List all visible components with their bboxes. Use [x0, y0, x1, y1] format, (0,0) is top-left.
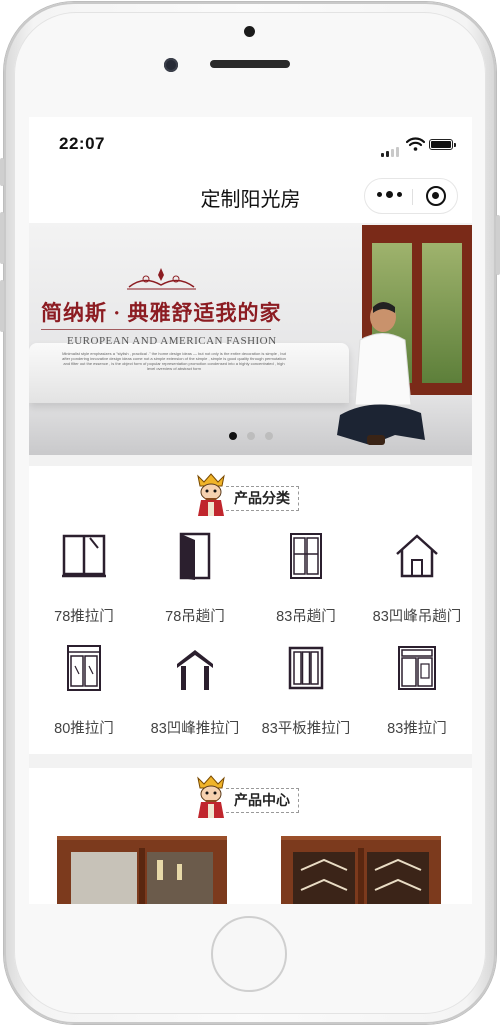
banner-dot-2[interactable]: [246, 432, 255, 440]
home-button[interactable]: [211, 916, 287, 992]
mute-switch: [0, 158, 4, 186]
product-title: 产品中心: [226, 788, 299, 813]
volume-down-button: [0, 280, 4, 332]
banner-cn-slogan: 简纳斯 · 典雅舒适我的家: [41, 301, 282, 325]
product-card-2[interactable]: [281, 836, 441, 904]
category-label: 83平板推拉门: [261, 721, 351, 737]
navigation-bar: 定制阳光房: [29, 169, 472, 223]
category-label: 78推拉门: [54, 609, 114, 625]
cellular-signal-icon: [381, 139, 401, 157]
banner-model-image: [337, 302, 425, 445]
product-card-1[interactable]: [57, 836, 227, 904]
power-button: [496, 215, 500, 275]
product-badge: 产品中心: [192, 774, 310, 820]
house-icon: [396, 534, 438, 578]
category-label: 83凹峰推拉门: [150, 721, 240, 737]
king-mascot-icon: [197, 775, 225, 818]
earpiece-speaker: [210, 60, 290, 68]
hanging-door-78-icon: [179, 532, 211, 580]
banner-fine-print: Minimalist style emphasizes a "stylish ,…: [62, 351, 286, 371]
king-mascot-icon: [197, 473, 225, 516]
banner-divider: [41, 329, 271, 330]
ornament-icon: [127, 268, 196, 290]
status-time: 22:07: [59, 134, 105, 153]
category-label: 80推拉门: [54, 721, 114, 737]
front-camera: [164, 58, 178, 72]
wifi-icon: [406, 137, 425, 151]
banner-en-slogan: EUROPEAN AND AMERICAN FASHION: [67, 335, 277, 347]
battery-icon: [429, 139, 456, 150]
category-label: 78吊趟门: [165, 609, 225, 625]
banner-dot-1[interactable]: [228, 432, 237, 440]
product-section: 产品中心: [29, 768, 472, 904]
capsule-divider: [412, 189, 413, 205]
sliding-door-78-icon: [62, 534, 106, 578]
volume-up-button: [0, 212, 4, 264]
category-header: 产品分类: [29, 472, 472, 518]
product-header: 产品中心: [29, 774, 472, 820]
miniprogram-capsule: [364, 178, 458, 214]
category-label: 83凹峰吊趟门: [372, 609, 462, 625]
sliding-door-83-icon: [398, 646, 436, 690]
category-label: 83吊趟门: [276, 609, 336, 625]
arch-door-icon: [177, 650, 213, 690]
flat-panel-door-icon: [288, 646, 324, 690]
product-image-2: [281, 836, 441, 904]
more-icon[interactable]: [377, 191, 406, 198]
sliding-door-80-icon: [67, 645, 101, 691]
app-screen: 22:07 定制阳光房 简纳斯 · 典雅舒适我的家 EUROPEAN AND A…: [29, 117, 472, 904]
proximity-sensor: [244, 26, 255, 37]
category-badge: 产品分类: [192, 472, 310, 518]
close-target-icon[interactable]: [426, 186, 446, 206]
banner-dot-3[interactable]: [264, 432, 273, 440]
status-bar: 22:07: [29, 117, 472, 169]
product-image-1: [57, 836, 227, 904]
hanging-door-83-icon: [290, 533, 322, 579]
category-label: 83推拉门: [387, 721, 447, 737]
category-section: 产品分类 78推拉门 78吊趟门 83吊趟门 83凹峰吊趟门 80推拉门 83凹…: [29, 466, 472, 754]
hero-banner[interactable]: 简纳斯 · 典雅舒适我的家 EUROPEAN AND AMERICAN FASH…: [29, 223, 472, 455]
category-title: 产品分类: [226, 486, 299, 511]
banner-pagination: [29, 432, 472, 440]
